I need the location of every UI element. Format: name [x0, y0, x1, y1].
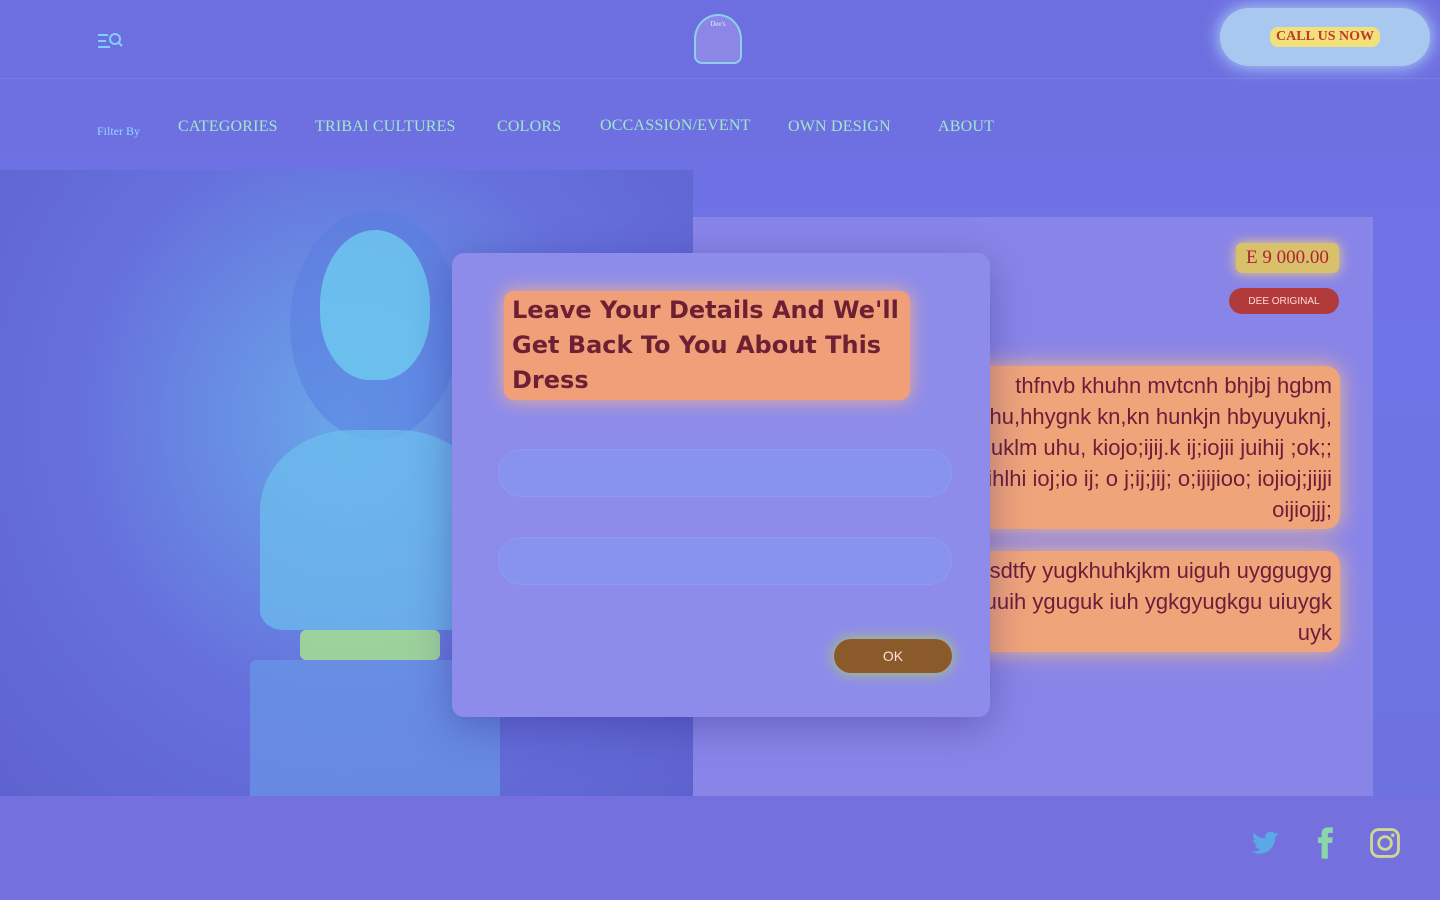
instagram-icon: [1370, 828, 1400, 858]
facebook-link[interactable]: [1308, 826, 1342, 860]
brand-logo[interactable]: Dee's: [694, 14, 742, 64]
ok-button[interactable]: OK: [834, 639, 952, 673]
twitter-icon: [1250, 831, 1280, 854]
call-us-button[interactable]: CALL US NOW: [1220, 8, 1430, 66]
contact-name-field[interactable]: [498, 449, 952, 497]
nav-colors[interactable]: COLORS: [497, 118, 561, 136]
product-price: E 9 000.00: [1236, 243, 1339, 273]
contact-details-field[interactable]: [498, 537, 952, 585]
twitter-link[interactable]: [1248, 826, 1282, 860]
filter-label: Filter By: [97, 124, 141, 138]
nav-own-design[interactable]: OWN DESIGN: [788, 118, 891, 136]
filter-nav: Filter By CATEGORIES TRIBAl CULTURES COL…: [0, 100, 1440, 160]
product-description: thfnvb khuhn mvtcnh bhjbj hgbm jhhu,hhyg…: [954, 366, 1340, 529]
product-description-secondary: fdsdtfy yugkhuhkjkm uiguh uyggugyg uuih …: [954, 551, 1340, 652]
modal-title: Leave Your Details And We'll Get Back To…: [504, 291, 910, 400]
header: Dee's CALL US NOW: [0, 0, 1440, 79]
search-menu-icon: [98, 33, 123, 48]
search-menu-button[interactable]: [96, 30, 128, 56]
nav-tribal-cultures[interactable]: TRIBAl CULTURES: [315, 118, 456, 136]
dee-original-badge: DEE ORIGINAL: [1229, 288, 1339, 314]
call-us-label: CALL US NOW: [1269, 27, 1381, 47]
instagram-link[interactable]: [1368, 826, 1402, 860]
facebook-icon: [1317, 827, 1333, 859]
contact-modal: Leave Your Details And We'll Get Back To…: [452, 253, 990, 717]
footer: [0, 796, 1440, 900]
nav-categories[interactable]: CATEGORIES: [178, 118, 278, 136]
nav-occassion-event[interactable]: OCCASSION/EVENT: [600, 117, 751, 135]
nav-about[interactable]: ABOUT: [938, 118, 994, 136]
logo-text: Dee's: [710, 20, 726, 28]
